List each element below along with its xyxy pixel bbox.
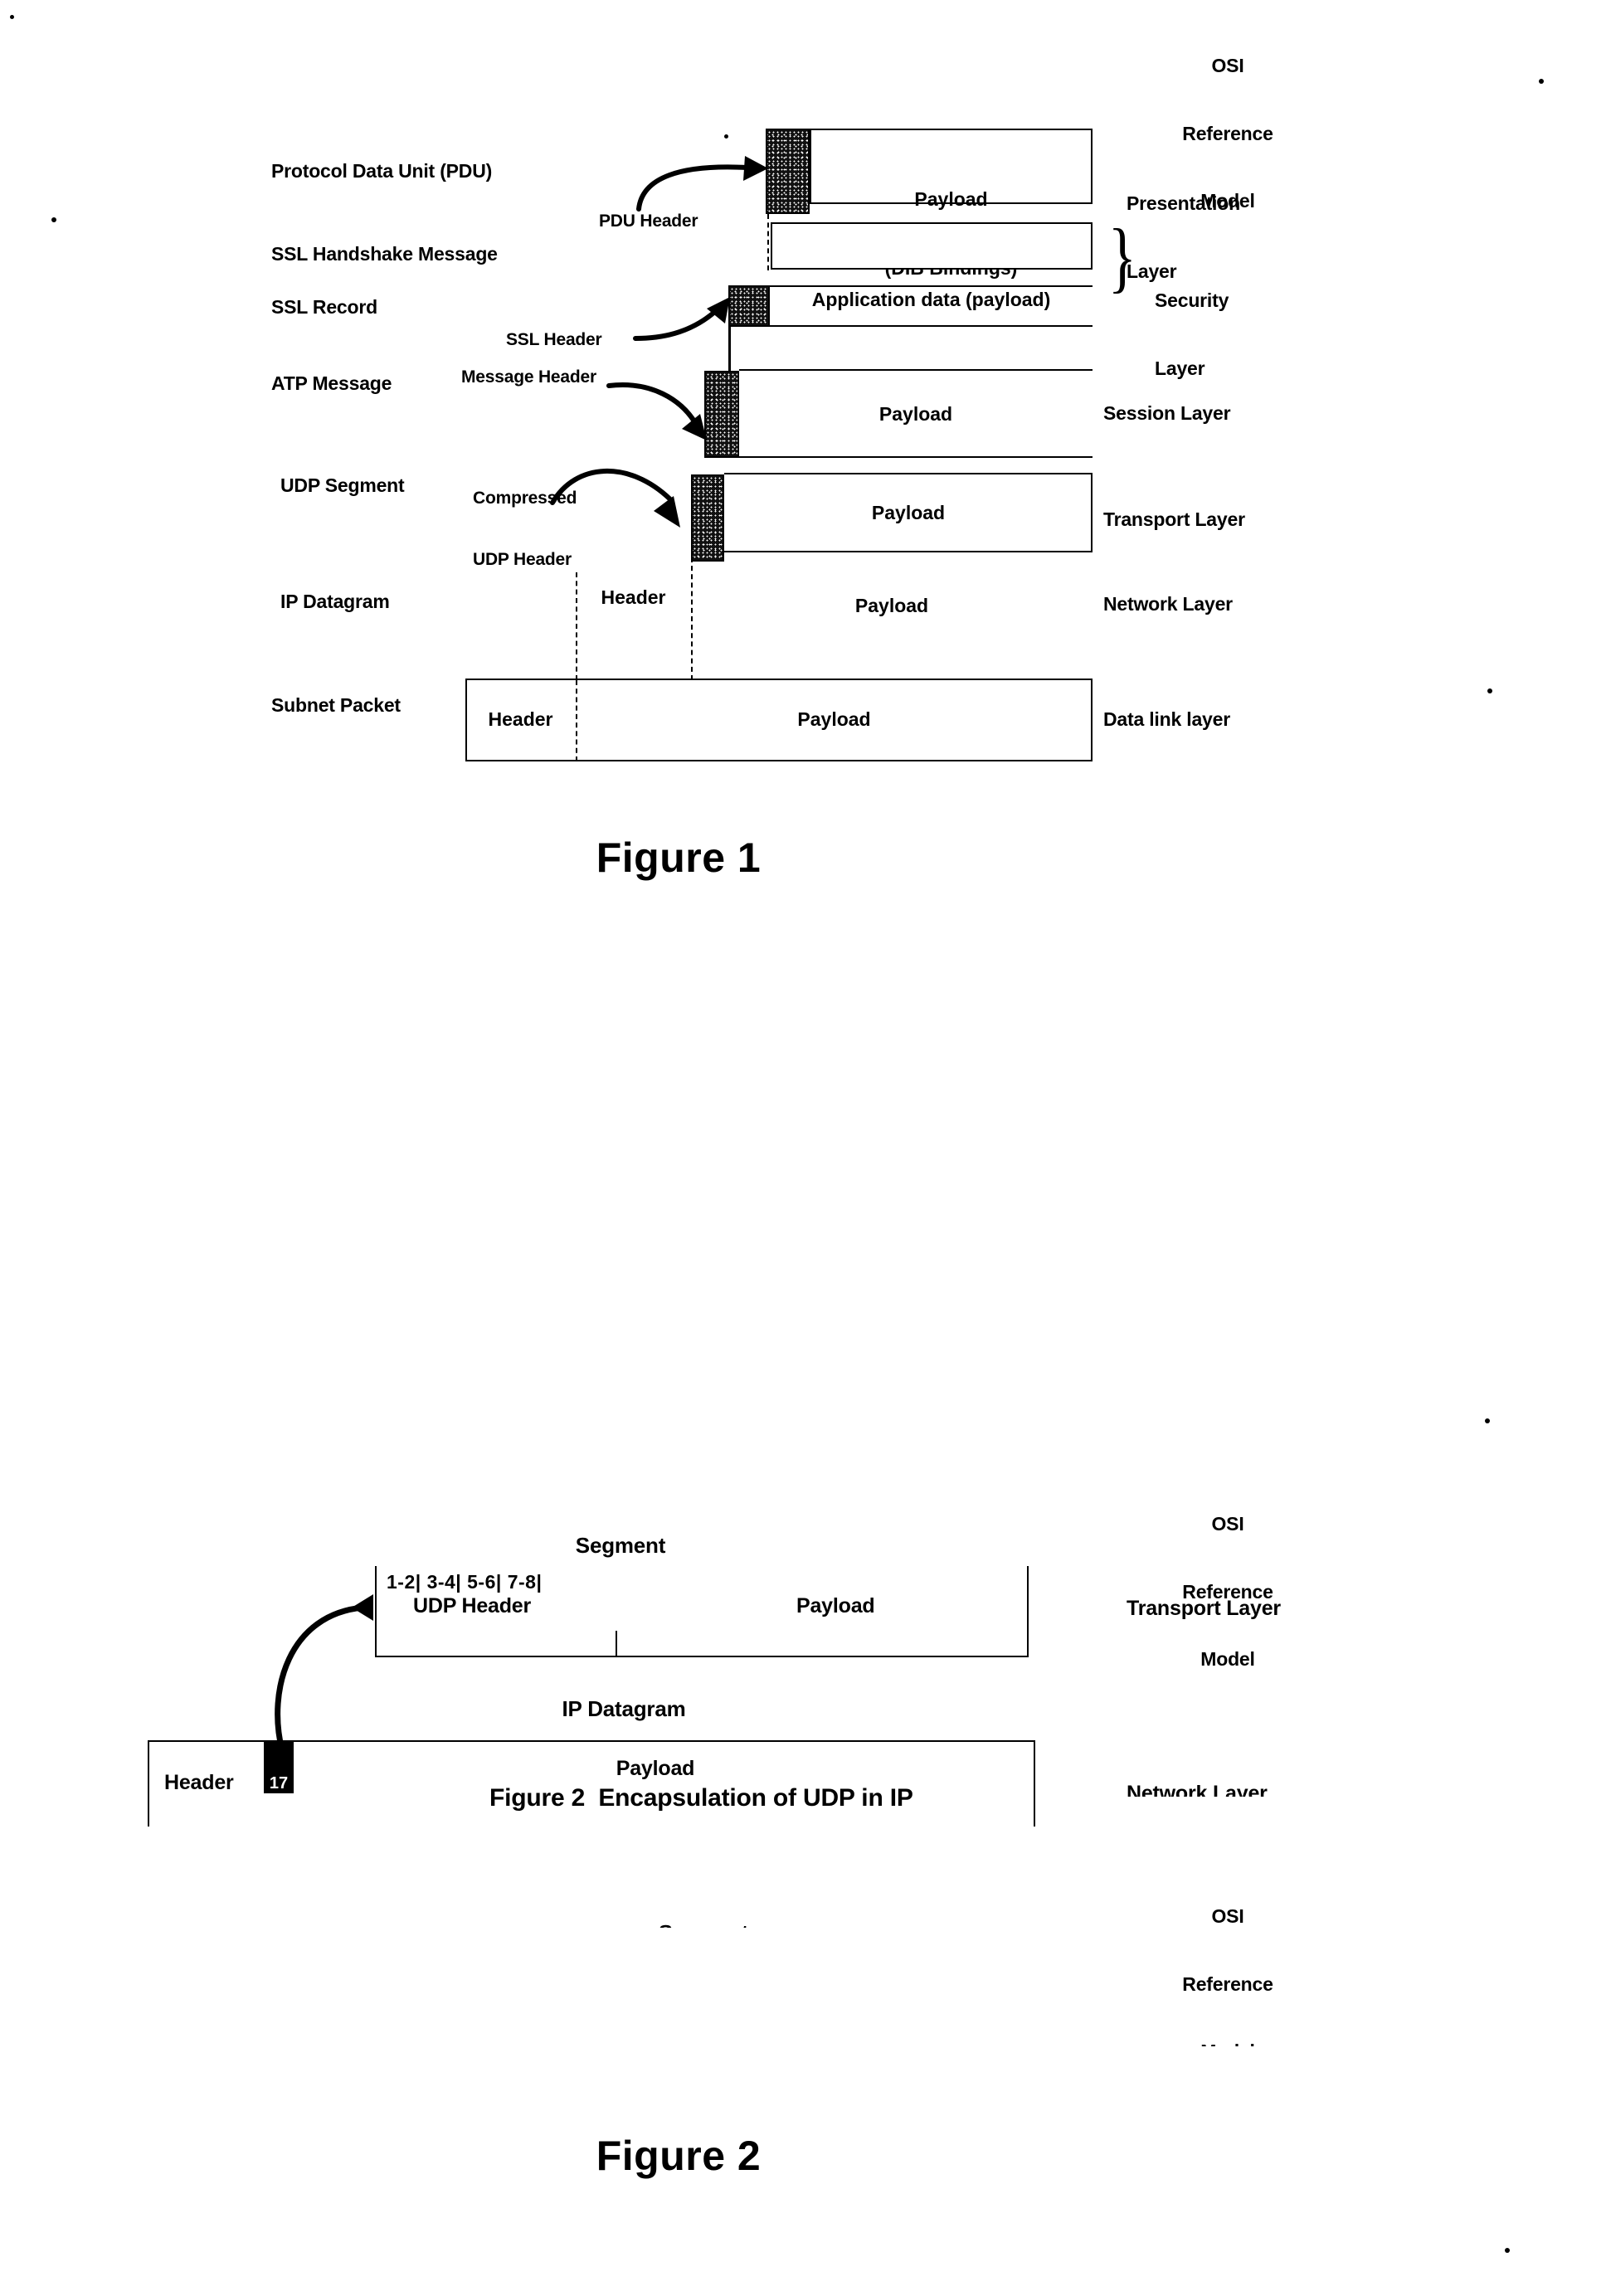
compressed-udp-header-arrow <box>550 469 680 528</box>
ip-payload-label: Payload <box>854 595 929 616</box>
figure-2-caption: Figure 2 <box>596 2133 762 2179</box>
osi-layer-session: Session Layer <box>1103 402 1231 424</box>
scan-speck <box>1539 79 1544 84</box>
udp-header-label: UDP Header <box>413 1594 532 1617</box>
atp-bottom-line <box>704 456 1093 458</box>
osi-layer-security: Security Layer <box>1155 245 1229 425</box>
segment-title: Segment <box>575 1533 666 1558</box>
row-label-ssl-handshake-message: SSL Handshake Message <box>271 243 498 265</box>
figure-2-diagram: OSI Reference Model Segment 1-2| 3-4| 5-… <box>0 1302 1606 2296</box>
ip-payload-label-fig2: Payload <box>616 1757 695 1780</box>
fig2-osi-reference-model-heading: OSI Reference Model <box>1145 1468 1311 1715</box>
segment-right-edge <box>1027 1566 1029 1657</box>
ip-datagram-title: IP Datagram <box>562 1696 686 1721</box>
ip-header-label-fig2: Header <box>164 1771 234 1794</box>
ssl-handshake-left-dash <box>767 214 769 270</box>
ssl-handshake-message-box <box>771 222 1093 270</box>
figure-1-diagram: OSI Reference Model Protocol Data Unit (… <box>0 0 1606 912</box>
ssl-record-top-line <box>770 285 1093 287</box>
osi-layer-transport: Transport Layer <box>1103 508 1245 530</box>
message-header-arrow <box>606 382 707 440</box>
security-layer-brace: } <box>1107 212 1136 300</box>
presentation-layer-line1: Presentation <box>1127 192 1240 215</box>
osi-heading2-line1: OSI <box>1211 1905 1244 1928</box>
atp-top-line <box>739 369 1093 371</box>
subnet-payload-label: Payload <box>797 708 871 730</box>
row-label-subnet-packet: Subnet Packet <box>271 694 401 716</box>
scan-speck <box>1505 2248 1510 2253</box>
osi-heading2-line2: Reference <box>1182 1973 1273 1995</box>
security-layer-line2: Layer <box>1155 357 1205 379</box>
fig2-osi-reference-model-heading-2: OSI Reference Model <box>1145 1861 1311 2091</box>
scan-speck <box>1487 688 1492 693</box>
osi-heading-line2: Reference <box>1182 122 1273 144</box>
ip-header-cell-label: Header <box>601 586 666 608</box>
row-label-udp-segment: UDP Segment <box>280 474 405 496</box>
osi-heading-line1: OSI <box>1211 1513 1244 1535</box>
osi-heading-line3: Model <box>1200 1648 1255 1670</box>
osi-layer-network-fig2: Network Layer <box>1127 1782 1268 1797</box>
protocol-to-segment-arrow <box>275 1594 373 1754</box>
figure-1-caption: Figure 1 <box>596 834 762 881</box>
row-label-ip-datagram: IP Datagram <box>280 591 390 612</box>
callout-ssl-header: SSL Header <box>506 330 602 349</box>
osi-layer-transport-fig2: Transport Layer <box>1127 1597 1281 1620</box>
ssl-header-arrow <box>633 297 730 341</box>
pdu-header-arrow <box>636 156 768 212</box>
security-layer-line1: Security <box>1155 289 1229 312</box>
udp-byte-ruler: 1-2| 3-4| 5-6| 7-8| <box>387 1571 543 1593</box>
ip-datagram-left-edge <box>148 1740 149 1827</box>
segment-title-2: Segment <box>620 1920 786 1928</box>
figure-2-inline-caption: Figure 2 Encapsulation of UDP in IP <box>489 1784 913 1812</box>
udp-header-payload-divider <box>616 1631 617 1657</box>
osi-layer-network: Network Layer <box>1103 593 1233 615</box>
ssl-record-payload-label: Application data (payload) <box>811 289 1051 310</box>
scan-speck <box>51 217 56 222</box>
callout-message-header: Message Header <box>461 367 596 387</box>
scan-speck <box>724 134 728 139</box>
row-label-pdu: Protocol Data Unit (PDU) <box>271 160 493 182</box>
segment-payload-label: Payload <box>796 1594 875 1617</box>
ip-datagram-header-divider-dash <box>691 557 693 680</box>
protocol-number-value: 17 <box>269 1774 289 1793</box>
pdu-payload-line1: Payload <box>914 188 988 211</box>
osi-layer-data-link: Data link layer <box>1103 708 1230 730</box>
subnet-header-cell-label: Header <box>488 708 553 730</box>
segment-bottom-edge <box>375 1656 1029 1657</box>
ssl-record-bottom-line <box>728 325 1093 327</box>
udp-payload-label: Payload <box>871 502 946 523</box>
row-label-atp-message: ATP Message <box>271 372 392 394</box>
ip-datagram-right-edge <box>1034 1740 1035 1827</box>
row-label-ssl-record: SSL Record <box>271 296 377 318</box>
atp-payload-label: Payload <box>878 403 953 425</box>
scan-speck <box>1485 1418 1490 1423</box>
callout-compressed-line2: UDP Header <box>473 549 572 569</box>
scan-speck <box>10 15 14 19</box>
osi-heading2-line3: Model <box>1145 2041 1311 2046</box>
osi-heading-line1: OSI <box>1211 55 1244 77</box>
